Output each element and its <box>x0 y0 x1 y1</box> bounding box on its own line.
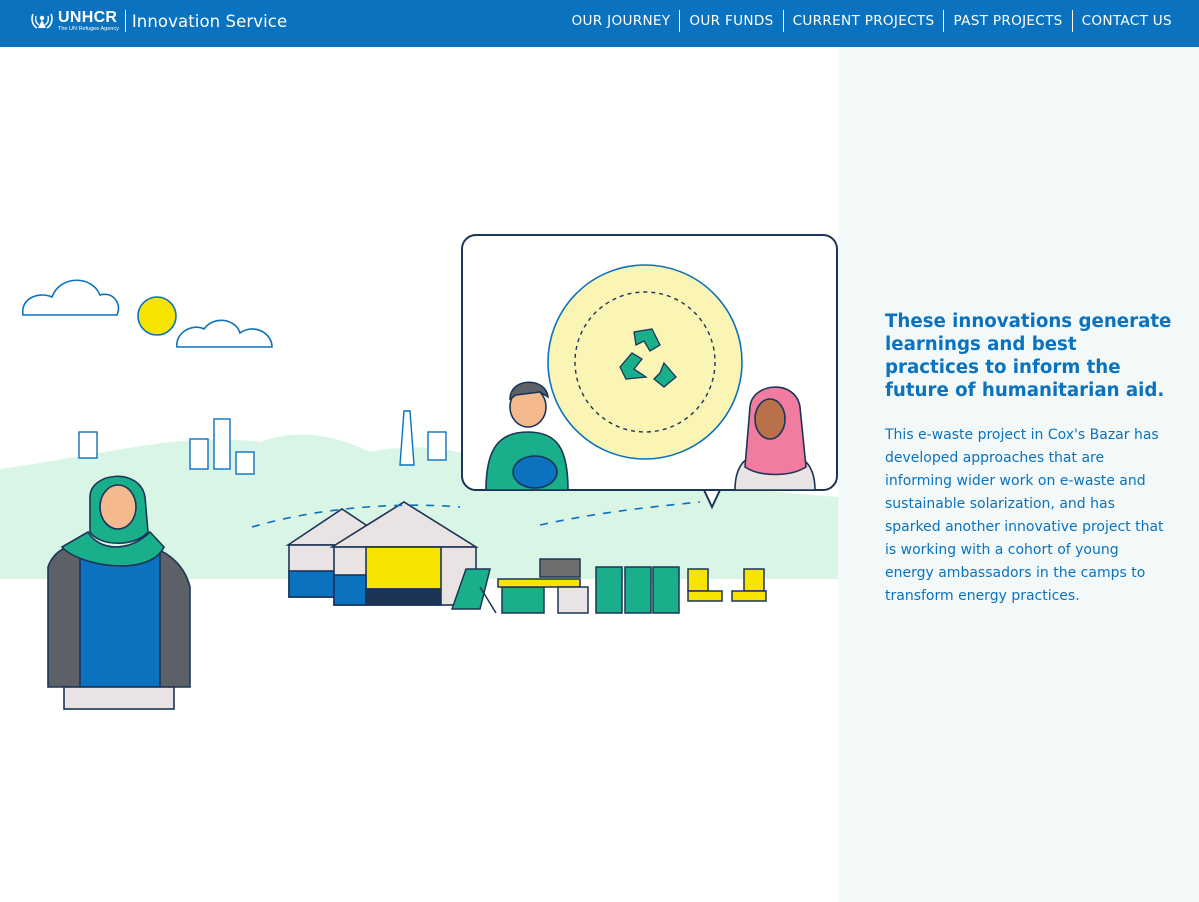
nav-contact-us[interactable]: CONTACT US <box>1071 10 1181 32</box>
nav-current-projects[interactable]: CURRENT PROJECTS <box>782 10 944 32</box>
top-navigation-bar: UNHCR The UN Refugee Agency Innovation S… <box>0 0 1199 47</box>
brand-logo-link[interactable]: UNHCR The UN Refugee Agency Innovation S… <box>30 8 287 34</box>
nav-past-projects[interactable]: PAST PROJECTS <box>943 10 1071 32</box>
brand-divider <box>124 10 126 32</box>
nav-our-journey[interactable]: OUR JOURNEY <box>563 10 680 32</box>
unhcr-logo-icon <box>31 13 53 29</box>
nav-our-funds[interactable]: OUR FUNDS <box>679 10 782 32</box>
e-waste-illustration <box>0 234 838 710</box>
logo-tagline: The UN Refugee Agency <box>58 25 119 32</box>
main-nav: OUR JOURNEY OUR FUNDS CURRENT PROJECTS P… <box>563 10 1181 32</box>
speech-bubble <box>461 234 838 510</box>
story-headline: These innovations generate learnings and… <box>885 311 1172 401</box>
logo-word: UNHCR <box>58 8 118 26</box>
story-panel: These innovations generate learnings and… <box>838 47 1199 902</box>
service-name: Innovation Service <box>131 11 288 31</box>
sun <box>137 296 177 336</box>
story-body: This e-waste project in Cox's Bazar has … <box>885 427 1164 604</box>
logo-text: UNHCR The UN Refugee Agency <box>58 8 119 33</box>
